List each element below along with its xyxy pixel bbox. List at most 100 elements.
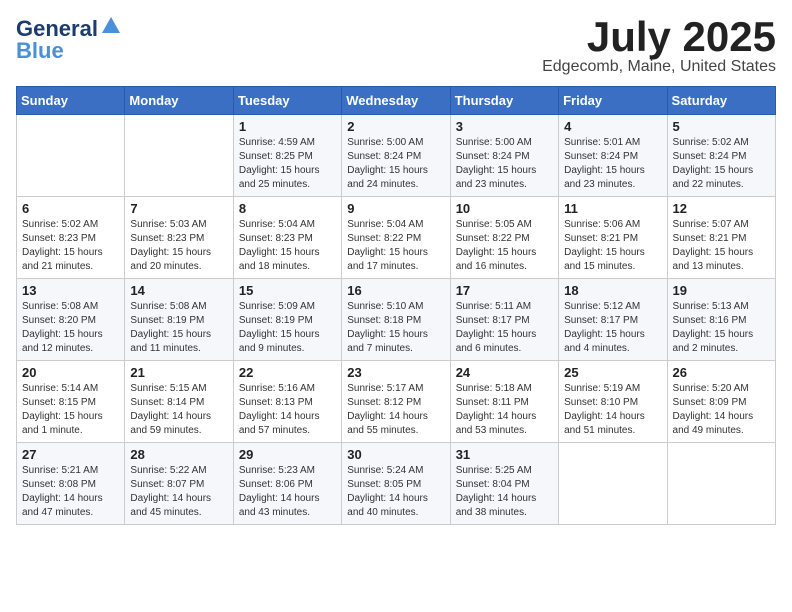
day-info: Sunrise: 5:22 AM Sunset: 8:07 PM Dayligh… [130, 464, 227, 520]
calendar-table: SundayMondayTuesdayWednesdayThursdayFrid… [16, 86, 776, 525]
day-info: Sunrise: 5:21 AM Sunset: 8:08 PM Dayligh… [22, 464, 119, 520]
calendar-cell: 12Sunrise: 5:07 AM Sunset: 8:21 PM Dayli… [667, 197, 775, 279]
day-number: 14 [130, 283, 227, 298]
day-info: Sunrise: 5:00 AM Sunset: 8:24 PM Dayligh… [456, 136, 553, 192]
weekday-header-saturday: Saturday [667, 87, 775, 115]
day-number: 13 [22, 283, 119, 298]
day-info: Sunrise: 5:15 AM Sunset: 8:14 PM Dayligh… [130, 382, 227, 438]
calendar-week-5: 27 Sunrise: 5:21 AM Sunset: 8:08 PM Dayli… [17, 443, 776, 525]
day-info: Sunrise: 5:11 AM Sunset: 8:17 PM Dayligh… [456, 300, 553, 356]
day-info: Sunrise: 5:19 AM Sunset: 8:10 PM Dayligh… [564, 382, 661, 438]
calendar-week-4: 20 Sunrise: 5:14 AM Sunset: 8:15 PM Dayli… [17, 361, 776, 443]
calendar-cell: 4 Sunrise: 5:01 AM Sunset: 8:24 PM Daylig… [559, 115, 667, 197]
calendar-cell: 19 Sunrise: 5:13 AM Sunset: 8:16 PM Dayli… [667, 279, 775, 361]
weekday-header-friday: Friday [559, 87, 667, 115]
calendar-cell: 23 Sunrise: 5:17 AM Sunset: 8:12 PM Dayli… [342, 361, 450, 443]
calendar-cell [17, 115, 125, 197]
day-number: 6 [22, 201, 119, 216]
day-info: Sunrise: 5:02 AM Sunset: 8:23 PM Dayligh… [22, 218, 119, 274]
day-info: Sunrise: 5:04 AM Sunset: 8:22 PM Dayligh… [347, 218, 444, 274]
logo-icon [100, 15, 122, 37]
day-number: 17 [456, 283, 553, 298]
day-number: 22 [239, 365, 336, 380]
calendar-cell: 15Sunrise: 5:09 AM Sunset: 8:19 PM Dayli… [233, 279, 341, 361]
day-number: 29 [239, 447, 336, 462]
location-subtitle: Edgecomb, Maine, United States [542, 58, 776, 76]
day-info: Sunrise: 5:05 AM Sunset: 8:22 PM Dayligh… [456, 218, 553, 274]
logo-blue: Blue [16, 38, 64, 64]
day-info: Sunrise: 5:04 AM Sunset: 8:23 PM Dayligh… [239, 218, 336, 274]
calendar-cell: 29 Sunrise: 5:23 AM Sunset: 8:06 PM Dayli… [233, 443, 341, 525]
day-info: Sunrise: 5:24 AM Sunset: 8:05 PM Dayligh… [347, 464, 444, 520]
day-number: 25 [564, 365, 661, 380]
calendar-cell [667, 443, 775, 525]
day-number: 19 [673, 283, 770, 298]
day-info: Sunrise: 5:16 AM Sunset: 8:13 PM Dayligh… [239, 382, 336, 438]
day-number: 27 [22, 447, 119, 462]
calendar-week-2: 6 Sunrise: 5:02 AM Sunset: 8:23 PM Daylig… [17, 197, 776, 279]
calendar-cell: 13 Sunrise: 5:08 AM Sunset: 8:20 PM Dayli… [17, 279, 125, 361]
day-info: Sunrise: 5:07 AM Sunset: 8:21 PM Dayligh… [673, 218, 770, 274]
calendar-cell: 1 Sunrise: 4:59 AM Sunset: 8:25 PM Daylig… [233, 115, 341, 197]
calendar-cell: 20 Sunrise: 5:14 AM Sunset: 8:15 PM Dayli… [17, 361, 125, 443]
day-number: 24 [456, 365, 553, 380]
day-number: 1 [239, 119, 336, 134]
day-number: 26 [673, 365, 770, 380]
day-info: Sunrise: 5:23 AM Sunset: 8:06 PM Dayligh… [239, 464, 336, 520]
day-info: Sunrise: 5:12 AM Sunset: 8:17 PM Dayligh… [564, 300, 661, 356]
day-info: Sunrise: 5:03 AM Sunset: 8:23 PM Dayligh… [130, 218, 227, 274]
title-area: July 2025 Edgecomb, Maine, United States [542, 16, 776, 76]
day-number: 8 [239, 201, 336, 216]
calendar-week-1: 1 Sunrise: 4:59 AM Sunset: 8:25 PM Daylig… [17, 115, 776, 197]
weekday-header-tuesday: Tuesday [233, 87, 341, 115]
day-info: Sunrise: 5:17 AM Sunset: 8:12 PM Dayligh… [347, 382, 444, 438]
weekday-header-thursday: Thursday [450, 87, 558, 115]
day-info: Sunrise: 4:59 AM Sunset: 8:25 PM Dayligh… [239, 136, 336, 192]
weekday-header-monday: Monday [125, 87, 233, 115]
day-info: Sunrise: 5:18 AM Sunset: 8:11 PM Dayligh… [456, 382, 553, 438]
calendar-cell: 10Sunrise: 5:05 AM Sunset: 8:22 PM Dayli… [450, 197, 558, 279]
day-number: 18 [564, 283, 661, 298]
calendar-cell: 26 Sunrise: 5:20 AM Sunset: 8:09 PM Dayli… [667, 361, 775, 443]
day-number: 16 [347, 283, 444, 298]
logo: General Blue [16, 16, 122, 64]
calendar-cell: 7 Sunrise: 5:03 AM Sunset: 8:23 PM Daylig… [125, 197, 233, 279]
weekday-header-row: SundayMondayTuesdayWednesdayThursdayFrid… [17, 87, 776, 115]
calendar-cell: 16Sunrise: 5:10 AM Sunset: 8:18 PM Dayli… [342, 279, 450, 361]
calendar-cell: 18 Sunrise: 5:12 AM Sunset: 8:17 PM Dayli… [559, 279, 667, 361]
day-number: 3 [456, 119, 553, 134]
calendar-cell [125, 115, 233, 197]
day-number: 5 [673, 119, 770, 134]
day-number: 30 [347, 447, 444, 462]
calendar-cell: 6 Sunrise: 5:02 AM Sunset: 8:23 PM Daylig… [17, 197, 125, 279]
calendar-cell: 27 Sunrise: 5:21 AM Sunset: 8:08 PM Dayli… [17, 443, 125, 525]
day-info: Sunrise: 5:13 AM Sunset: 8:16 PM Dayligh… [673, 300, 770, 356]
weekday-header-sunday: Sunday [17, 87, 125, 115]
day-number: 23 [347, 365, 444, 380]
day-number: 9 [347, 201, 444, 216]
calendar-cell: 22 Sunrise: 5:16 AM Sunset: 8:13 PM Dayli… [233, 361, 341, 443]
day-number: 11 [564, 201, 661, 216]
day-info: Sunrise: 5:02 AM Sunset: 8:24 PM Dayligh… [673, 136, 770, 192]
calendar-cell: 11Sunrise: 5:06 AM Sunset: 8:21 PM Dayli… [559, 197, 667, 279]
day-info: Sunrise: 5:20 AM Sunset: 8:09 PM Dayligh… [673, 382, 770, 438]
day-info: Sunrise: 5:25 AM Sunset: 8:04 PM Dayligh… [456, 464, 553, 520]
calendar-cell: 21 Sunrise: 5:15 AM Sunset: 8:14 PM Dayli… [125, 361, 233, 443]
day-number: 4 [564, 119, 661, 134]
day-number: 2 [347, 119, 444, 134]
day-number: 7 [130, 201, 227, 216]
day-number: 31 [456, 447, 553, 462]
day-number: 21 [130, 365, 227, 380]
day-info: Sunrise: 5:08 AM Sunset: 8:20 PM Dayligh… [22, 300, 119, 356]
calendar-cell: 2Sunrise: 5:00 AM Sunset: 8:24 PM Daylig… [342, 115, 450, 197]
day-info: Sunrise: 5:14 AM Sunset: 8:15 PM Dayligh… [22, 382, 119, 438]
calendar-cell [559, 443, 667, 525]
day-info: Sunrise: 5:01 AM Sunset: 8:24 PM Dayligh… [564, 136, 661, 192]
weekday-header-wednesday: Wednesday [342, 87, 450, 115]
month-title: July 2025 [542, 16, 776, 58]
day-number: 20 [22, 365, 119, 380]
day-number: 28 [130, 447, 227, 462]
calendar-cell: 3 Sunrise: 5:00 AM Sunset: 8:24 PM Daylig… [450, 115, 558, 197]
calendar-cell: 8 Sunrise: 5:04 AM Sunset: 8:23 PM Daylig… [233, 197, 341, 279]
calendar-week-3: 13 Sunrise: 5:08 AM Sunset: 8:20 PM Dayli… [17, 279, 776, 361]
